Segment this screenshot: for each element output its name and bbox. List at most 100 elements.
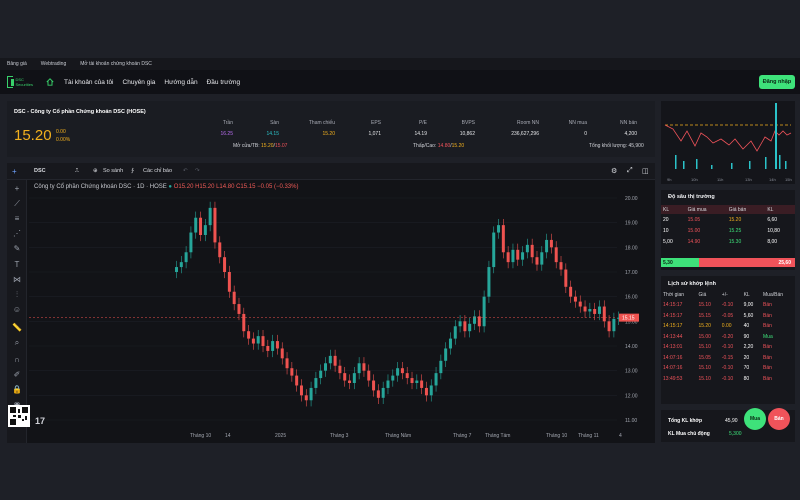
- depth-row[interactable]: 5,00 14.90 15.30 8,00: [661, 236, 795, 247]
- x-tick-label: Tháng Tám: [485, 433, 510, 439]
- candle-body: [530, 244, 534, 258]
- candle-body: [194, 217, 198, 233]
- total-volume: Tổng khối lượng: 45,900: [589, 143, 644, 149]
- candle-body: [545, 239, 549, 253]
- settings-icon[interactable]: ⚙: [611, 167, 617, 175]
- candle-body: [607, 321, 611, 332]
- fullscreen-icon[interactable]: ⤢: [627, 167, 633, 175]
- add-compare-icon[interactable]: ⊕: [93, 168, 98, 174]
- candle-body: [309, 387, 313, 401]
- nav-arena[interactable]: Đầu trường: [207, 79, 241, 86]
- svg-text:10h: 10h: [691, 177, 698, 182]
- intraday-chart: 9h 10h 11h 13h 14h 15h: [664, 103, 792, 182]
- chart-toolbar: + DSC ⎍ ⊕ So sánh ∱ Các chỉ báo ↶ ↷ ⚙ ⤢ …: [7, 163, 655, 180]
- stay-drawing-icon[interactable]: ✐: [12, 370, 22, 380]
- link-bang-gia[interactable]: Bảng giá: [7, 61, 27, 67]
- pattern-tool-icon[interactable]: ⋰: [12, 229, 22, 239]
- price-chart[interactable]: 20.00 19.00 18.00 17.00 16.00 15.00 14.00 13.00…: [27, 180, 655, 443]
- undo-icon[interactable]: ↶: [183, 168, 188, 174]
- crosshair-icon[interactable]: +: [12, 167, 17, 176]
- svg-text:9h: 9h: [667, 177, 671, 182]
- trendline-tool-icon[interactable]: ⟋: [12, 199, 22, 209]
- candle-body: [439, 360, 443, 374]
- x-tick-label: 14: [225, 433, 231, 439]
- candle-body: [578, 301, 582, 307]
- buy-button[interactable]: Mua: [744, 408, 766, 430]
- candle-body: [434, 373, 438, 386]
- top-links-bar: Bảng giá Webtrading Mở tài khoản chứng k…: [0, 58, 800, 70]
- projection-tool-icon[interactable]: ⫶: [12, 290, 22, 300]
- history-row: 14:07:16 15.10 -0.10 70 Bán: [663, 365, 772, 372]
- screenshot-icon[interactable]: ◫: [642, 167, 649, 175]
- x-tick-label: 2025: [275, 433, 286, 439]
- icons-tool-icon[interactable]: ☺: [12, 305, 22, 315]
- history-table: Thời gian Giá +/- KL Mua/Bán 14:15:17 15.…: [661, 290, 795, 384]
- y-tick-label: 11.00: [625, 418, 637, 424]
- zoom-tool-icon[interactable]: ⌕: [12, 338, 22, 348]
- candle-body: [314, 378, 318, 388]
- ruler-tool-icon[interactable]: 📏: [12, 323, 22, 333]
- symbol-search[interactable]: DSC: [34, 168, 46, 174]
- candle-body: [559, 262, 563, 270]
- candle-body: [501, 225, 505, 253]
- depth-row[interactable]: 20 15.05 15.20 6,60: [661, 214, 795, 225]
- pattern2-tool-icon[interactable]: ⋈: [12, 275, 22, 285]
- history-row: 14:15:17 15.20 0.00 40 Bán: [663, 323, 772, 330]
- qr-code-icon[interactable]: [8, 405, 30, 427]
- history-row: 14:13:01 15.10 -0.10 2,20 Bán: [663, 344, 772, 351]
- nav-experts[interactable]: Chuyên gia: [123, 79, 156, 86]
- depth-row[interactable]: 10 15.00 15.25 10,80: [661, 225, 795, 236]
- x-tick-label: Tháng 11: [578, 433, 599, 439]
- candle-body: [324, 363, 327, 371]
- candle-body: [405, 373, 409, 379]
- candle-body: [362, 363, 366, 371]
- main-navbar: DSC Securities Tài khoản của tôi Chuyên …: [0, 70, 800, 94]
- interval-icon[interactable]: ⎍: [75, 168, 79, 175]
- candle-body: [429, 385, 433, 396]
- sell-button[interactable]: Bán: [768, 408, 790, 430]
- stat-5: BVPS 10,862: [459, 120, 475, 137]
- candle-body: [175, 267, 178, 272]
- candle-body: [280, 348, 284, 359]
- legend-ohlc: O15.20 H15.20 L14.80 C15.15 −0.05 (−0.33…: [173, 184, 299, 190]
- link-open-account[interactable]: Mở tài khoản chứng khoán DSC: [80, 61, 152, 67]
- candle-body: [468, 323, 472, 332]
- nav-my-account[interactable]: Tài khoản của tôi: [64, 79, 114, 86]
- candlestick-chart[interactable]: 20.0019.0018.0017.0016.0015.0014.0013.00…: [27, 180, 655, 443]
- low-high: Thấp/Cao: 14.80/15.20: [413, 143, 465, 149]
- candle-body: [227, 272, 231, 292]
- home-icon[interactable]: [46, 78, 54, 86]
- chart-legend: Công ty Cổ phần Chứng khoán DSC · 1D · H…: [34, 184, 299, 190]
- candle-body: [304, 395, 308, 401]
- candle-body: [458, 321, 462, 327]
- text-tool-icon[interactable]: T: [12, 260, 22, 270]
- top-strip: [0, 0, 800, 58]
- candle-body: [506, 252, 510, 263]
- magnet-tool-icon[interactable]: ∩: [12, 355, 22, 365]
- dsc-logo[interactable]: DSC Securities: [7, 75, 33, 89]
- compare-button[interactable]: So sánh: [103, 168, 123, 174]
- redo-icon[interactable]: ↷: [195, 168, 200, 174]
- candle-body: [251, 338, 255, 344]
- history-row: 14:07:16 15.05 -0.15 20 Bán: [663, 354, 772, 361]
- nav-guide[interactable]: Hướng dẫn: [164, 79, 197, 86]
- depth-table: KL Giá mua Giá bán KL 20 15.05 15.20 6,60 10…: [661, 205, 795, 247]
- price-change-pct: 0.00%: [56, 137, 71, 143]
- indicators-button[interactable]: Các chỉ báo: [143, 168, 172, 174]
- x-tick-label: Tháng 10: [546, 433, 567, 439]
- login-button[interactable]: Đăng nhập: [759, 75, 795, 89]
- candle-body: [593, 309, 597, 314]
- fib-tool-icon[interactable]: ≡: [12, 214, 22, 224]
- lock-tool-icon[interactable]: 🔒: [12, 385, 22, 395]
- chart-container: + DSC ⎍ ⊕ So sánh ∱ Các chỉ báo ↶ ↷ ⚙ ⤢ …: [7, 163, 655, 443]
- intraday-mini-chart[interactable]: 9h 10h 11h 13h 14h 15h: [661, 101, 795, 184]
- indicators-icon[interactable]: ∱: [131, 168, 134, 174]
- y-tick-label: 19.00: [625, 221, 638, 227]
- stat-4: P/E 14.19: [414, 120, 427, 137]
- candle-body: [521, 252, 525, 260]
- brush-tool-icon[interactable]: ✎: [12, 244, 22, 254]
- crosshair-tool-icon[interactable]: +: [12, 184, 22, 194]
- candle-body: [540, 252, 544, 265]
- link-webtrading[interactable]: Webtrading: [41, 61, 66, 67]
- candle-body: [376, 390, 380, 398]
